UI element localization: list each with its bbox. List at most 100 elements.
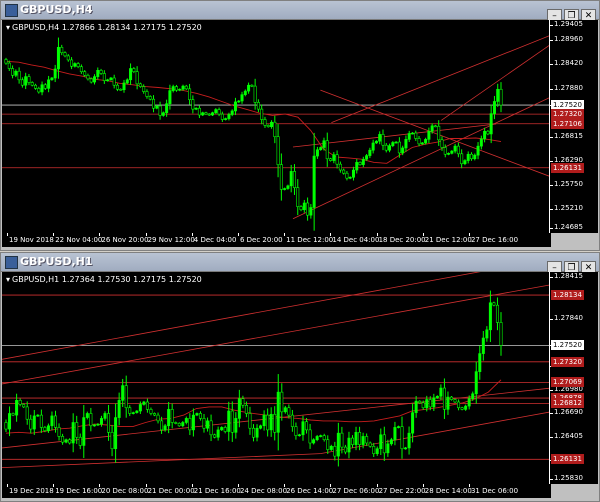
price-level-label: 1.27520 <box>551 340 584 351</box>
candle <box>24 72 28 90</box>
candle-body <box>273 413 277 433</box>
chart-plot-area[interactable]: ▾ GBPUSD,H1 1.27364 1.27530 1.27175 1.275… <box>2 272 551 484</box>
candle-body <box>430 125 434 132</box>
candle-body <box>460 153 464 165</box>
candle <box>368 441 372 448</box>
candle-body <box>315 149 319 157</box>
candle-body <box>457 401 461 409</box>
candle-body <box>124 385 128 409</box>
candle-body <box>394 141 398 144</box>
candle-body <box>336 432 340 457</box>
candle <box>37 86 41 94</box>
candle <box>329 444 333 452</box>
window-titlebar[interactable]: GBPUSD,H4 – ❐ ✕ <box>1 1 599 23</box>
candle <box>296 179 300 216</box>
candle <box>142 400 146 406</box>
time-tick-label: 22 Nov 04:00 <box>53 233 103 244</box>
time-axis[interactable]: 19 Dec 2018 19 Dec 16:00 20 Dec 08:00 21 De… <box>2 484 551 498</box>
price-axis[interactable]: 1.294051.289601.284201.278801.275201.268… <box>549 20 598 233</box>
dropdown-arrow-icon[interactable]: ▾ <box>6 23 10 32</box>
chart-window-h1[interactable]: GBPUSD,H1 – ❐ ✕ ▾ GBPUSD,H1 1.27364 1.27530… <box>0 252 600 502</box>
candle-body <box>481 337 485 354</box>
candle-body <box>115 84 119 90</box>
candle-body <box>375 448 379 454</box>
candle-body <box>117 400 121 418</box>
candle-body <box>464 405 468 410</box>
candle <box>394 141 398 144</box>
candle-body <box>160 420 164 431</box>
candle <box>252 424 256 442</box>
time-tick-label: 27 Dec 16:00 <box>468 233 519 244</box>
price-chart[interactable] <box>2 272 551 484</box>
candle <box>53 64 57 83</box>
chart-plot-area[interactable]: ▾ GBPUSD,H4 1.27866 1.28134 1.27175 1.275… <box>2 20 551 233</box>
candle <box>66 54 70 62</box>
trend-line <box>320 89 551 178</box>
candle-body <box>354 432 358 445</box>
candle-body <box>492 302 496 306</box>
candle-body <box>135 71 139 85</box>
candle <box>27 73 31 86</box>
candle <box>306 197 310 221</box>
candle <box>319 146 323 151</box>
candle <box>170 403 174 429</box>
candle-body <box>46 425 50 431</box>
candle-body <box>107 413 111 433</box>
candle <box>391 141 395 148</box>
candle-body <box>227 114 231 119</box>
price-tick-label: 1.26405 <box>550 431 583 440</box>
chart-window-icon <box>5 4 18 17</box>
candle-body <box>161 112 165 116</box>
window-titlebar[interactable]: GBPUSD,H1 – ❐ ✕ <box>1 253 599 275</box>
candle <box>230 401 234 442</box>
time-tick-label: 11 Dec 12:00 <box>284 233 334 244</box>
candle <box>214 108 218 115</box>
candle <box>329 157 333 162</box>
candle <box>381 129 385 151</box>
price-axis[interactable]: 1.284151.278401.275201.272651.269801.266… <box>549 272 598 484</box>
candle-body <box>158 105 162 116</box>
time-tick-label: 21 Dec 16:00 <box>191 484 241 495</box>
candle <box>379 428 383 456</box>
chart-window-h4[interactable]: GBPUSD,H4 – ❐ ✕ ▾ GBPUSD,H4 1.27866 1.28134… <box>0 0 600 251</box>
candle-body <box>266 125 270 128</box>
time-tick-label: 18 Dec 20:00 <box>376 233 426 244</box>
candle <box>338 161 342 173</box>
candle <box>407 130 411 143</box>
candle <box>262 410 266 431</box>
candle <box>315 146 319 159</box>
candle <box>255 424 259 442</box>
candle-body <box>262 414 266 427</box>
candle-body <box>206 420 210 429</box>
candle <box>326 435 330 454</box>
candle-body <box>473 154 477 160</box>
candle-body <box>279 164 283 190</box>
candle <box>4 419 8 433</box>
candle-body <box>253 85 257 103</box>
candle-body <box>27 76 31 83</box>
candle-body <box>378 134 382 142</box>
candle <box>371 139 375 154</box>
candle <box>102 70 106 84</box>
candle-body <box>332 154 336 161</box>
candle-body <box>39 414 43 428</box>
candle-body <box>379 434 383 450</box>
candle-body <box>163 425 167 431</box>
candle-body <box>499 322 503 346</box>
candle <box>109 77 113 81</box>
candle <box>417 136 421 147</box>
price-tick-label: 1.26690 <box>550 408 583 417</box>
candle <box>488 290 492 342</box>
candle-body <box>302 202 306 211</box>
candle <box>365 153 369 161</box>
candle-body <box>227 410 231 432</box>
candle <box>11 65 15 79</box>
price-level-label: 1.26131 <box>551 162 584 173</box>
candle-body <box>252 427 256 438</box>
candle-body <box>299 206 303 211</box>
time-axis[interactable]: 19 Nov 2018 22 Nov 04:00 26 Nov 20:00 29 No… <box>2 233 551 247</box>
candle <box>351 166 355 181</box>
dropdown-arrow-icon[interactable]: ▾ <box>6 275 10 284</box>
price-chart[interactable] <box>2 20 551 233</box>
candle <box>266 408 270 437</box>
